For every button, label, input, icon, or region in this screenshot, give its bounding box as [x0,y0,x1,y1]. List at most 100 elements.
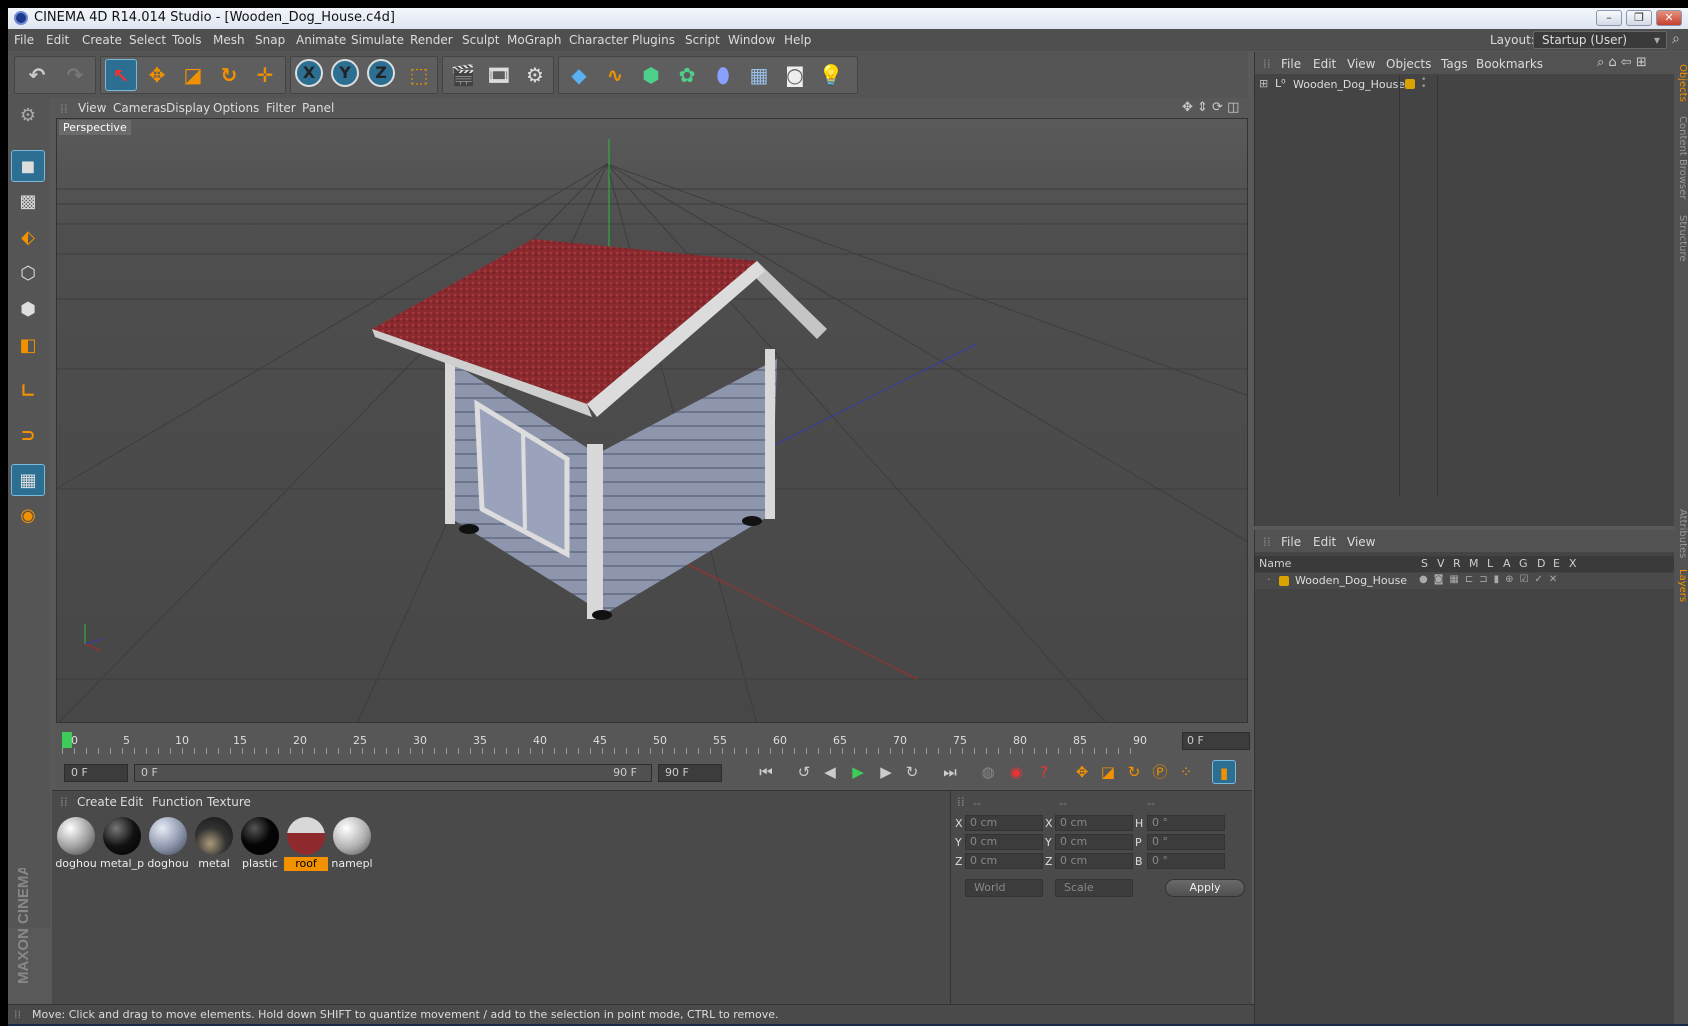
tab-objects[interactable]: Objects [1674,58,1688,108]
rotate-icon[interactable]: ↻ [213,59,245,91]
model-mode-icon[interactable]: ◼ [11,150,45,182]
next-frame-icon[interactable]: ▶ [874,760,898,784]
axis-mode-icon[interactable]: ∟ [11,376,45,408]
layer-col[interactable]: L [1487,557,1493,570]
object-manager-nav-icons[interactable]: ⌕ ⌂ ⇦ ⊞ [1597,55,1647,70]
position-z-field[interactable]: 0 cm [965,853,1043,869]
autokey-icon[interactable]: ◉ [1004,760,1028,784]
3d-viewport[interactable]: Perspective [56,118,1248,723]
layer-col[interactable]: G [1519,557,1528,570]
close-button[interactable]: ✕ [1656,10,1682,26]
key-rotation-icon[interactable]: ↻ [1122,760,1146,784]
start-frame-field[interactable]: 0 F [64,764,128,782]
timeline-mode-icon[interactable]: ▮ [1212,760,1236,784]
menu-tools[interactable]: Tools [172,33,202,47]
rotation-h-field[interactable]: 0 ° [1147,815,1225,831]
menu-mograph[interactable]: MoGraph [507,33,562,47]
light-icon[interactable]: 💡 [815,59,847,91]
material-swatch[interactable]: plastic [238,815,282,871]
render-settings-icon[interactable]: ⚙ [519,59,551,91]
add-object-icon[interactable]: ✛ [249,59,281,91]
prev-key-icon[interactable]: ↺ [792,760,816,784]
layer-row[interactable]: · Wooden_Dog_House ●◙▦⊏⊐▮⊕☑✓✕ [1255,573,1675,589]
position-y-field[interactable]: 0 cm [965,834,1043,850]
layer-flags-icons[interactable]: ●◙▦⊏⊐▮⊕☑✓✕ [1419,574,1563,585]
workplane-icon[interactable]: ⬖ [11,222,45,254]
object-row[interactable]: ⊞ L⁰ Wooden_Dog_House • • [1255,76,1675,496]
expand-icon[interactable]: ⊞ [1259,77,1268,90]
tab-content-browser[interactable]: Content Browser [1674,110,1688,206]
material-swatch[interactable]: doghou [146,815,190,871]
tab-layers[interactable]: Layers [1674,566,1688,606]
tab-structure[interactable]: Structure [1674,208,1688,268]
menu-edit[interactable]: Edit [46,33,69,47]
z-axis-lock[interactable]: Z [367,59,395,87]
layer-col[interactable]: V [1437,557,1445,570]
menu-plugins[interactable]: Plugins [632,33,675,47]
spline-icon[interactable]: ∿ [599,59,631,91]
viewport-menu-cameras[interactable]: Cameras [113,101,166,115]
apply-button[interactable]: Apply [1165,879,1245,897]
polygons-mode-icon[interactable]: ◧ [11,330,45,362]
points-mode-icon[interactable]: ⬡ [11,258,45,290]
layer-col[interactable]: S [1421,557,1428,570]
snap-magnet-icon[interactable]: ⊃ [11,420,45,452]
make-editable-icon[interactable]: ⚙ [11,100,45,132]
key-parameter-icon[interactable]: Ⓟ [1148,760,1172,784]
menu-create[interactable]: Create [82,33,122,47]
menu-simulate[interactable]: Simulate [351,33,404,47]
material-swatch[interactable]: metal [192,815,236,871]
menu-script[interactable]: Script [685,33,720,47]
layer-col[interactable]: E [1553,557,1560,570]
next-key-icon[interactable]: ↻ [900,760,924,784]
menu-snap[interactable]: Snap [255,33,285,47]
objects-menu-bookmarks[interactable]: Bookmarks [1476,57,1543,71]
menu-character[interactable]: Character [569,33,628,47]
range-slider[interactable]: 0 F 90 F [134,764,652,782]
layer-color-icon[interactable] [1405,79,1415,89]
objects-menu-tags[interactable]: Tags [1441,57,1468,71]
menu-window[interactable]: Window [728,33,775,47]
camera-icon[interactable]: ◙ [779,59,811,91]
timeline-ruler[interactable]: 0 5 10 15 20 25 30 35 40 45 50 55 60 65 … [56,724,1252,756]
minimize-button[interactable]: – [1596,10,1622,26]
objects-menu-view[interactable]: View [1347,57,1375,71]
menu-select[interactable]: Select [129,33,166,47]
restore-button[interactable]: ❐ [1626,10,1652,26]
material-swatch-selected[interactable]: roof [284,815,328,871]
render-view-icon[interactable]: 🎬 [447,59,479,91]
rotation-p-field[interactable]: 0 ° [1147,834,1225,850]
render-picture-viewer-icon[interactable]: 🎞 [483,59,515,91]
key-position-icon[interactable]: ✥ [1070,760,1094,784]
solo-icon[interactable]: ◉ [11,500,45,532]
goto-end-icon[interactable]: ⏭ [938,760,962,784]
viewport-nav-icons[interactable]: ✥ ⇕ ⟳ ◫ [1182,100,1239,115]
workplane-lock-icon[interactable]: ▦ [11,464,45,496]
menu-render[interactable]: Render [410,33,453,47]
layer-col[interactable]: M [1469,557,1479,570]
floor-icon[interactable]: ▦ [743,59,775,91]
size-y-field[interactable]: 0 cm [1055,834,1133,850]
rotation-b-field[interactable]: 0 ° [1147,853,1225,869]
menu-help[interactable]: Help [784,33,811,47]
prev-frame-icon[interactable]: ◀ [818,760,842,784]
layer-col[interactable]: R [1453,557,1461,570]
viewport-menu-view[interactable]: View [78,101,106,115]
layers-menu-file[interactable]: File [1281,535,1301,549]
objects-menu-edit[interactable]: Edit [1313,57,1336,71]
menu-mesh[interactable]: Mesh [213,33,245,47]
viewport-menu-filter[interactable]: Filter [266,101,296,115]
menu-animate[interactable]: Animate [296,33,346,47]
material-menu-texture[interactable]: Texture [207,795,251,809]
goto-start-icon[interactable]: ⏮ [754,760,778,784]
keyframe-selection-icon[interactable]: ? [1032,760,1056,784]
material-swatch[interactable]: metal_p [100,815,144,871]
x-axis-lock[interactable]: X [295,59,323,87]
visibility-dots-icon[interactable]: • • [1421,76,1426,92]
move-icon[interactable]: ✥ [141,59,173,91]
cube-icon[interactable]: ◆ [563,59,595,91]
live-selection-icon[interactable]: ↖ [105,59,137,91]
size-x-field[interactable]: 0 cm [1055,815,1133,831]
mograph-cloner-icon[interactable]: ✿ [671,59,703,91]
objects-menu-objects[interactable]: Objects [1386,57,1431,71]
